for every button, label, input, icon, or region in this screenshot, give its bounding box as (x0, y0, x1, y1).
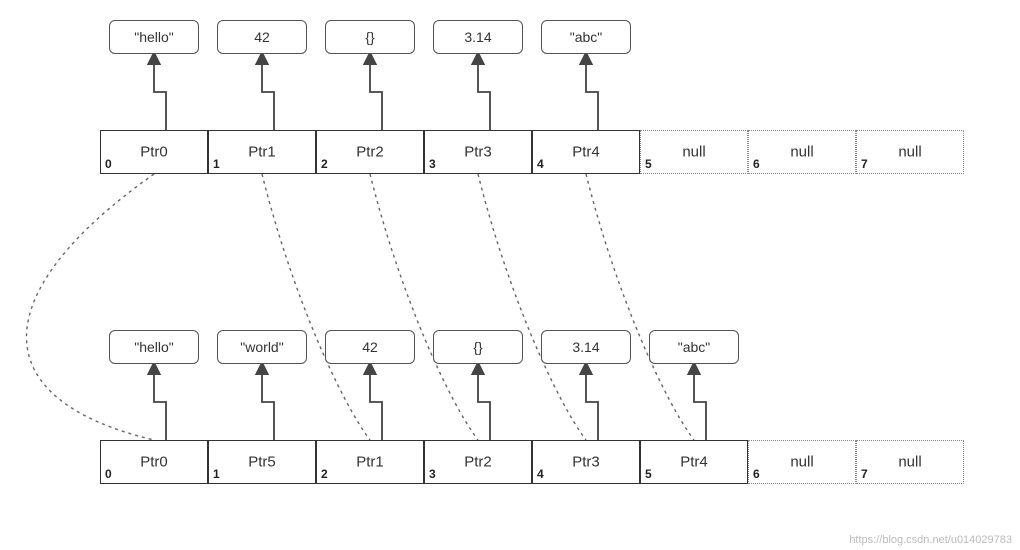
slot-label: null (898, 144, 921, 161)
value-text: 42 (254, 29, 270, 45)
value-text: 3.14 (464, 29, 491, 45)
mapping-curve (478, 174, 586, 440)
mapping-curve (27, 174, 155, 440)
mapping-curve (586, 174, 694, 440)
pointer-arrow (370, 56, 382, 130)
slot-index: 5 (645, 467, 652, 481)
value-text: {} (365, 29, 374, 45)
array-slot: 2 Ptr1 (316, 440, 424, 484)
pointer-arrow (154, 366, 166, 440)
slot-index: 7 (861, 467, 868, 481)
pointer-arrow (586, 366, 598, 440)
slot-index: 6 (753, 157, 760, 171)
value-box: "world" (217, 330, 307, 364)
array-slot: 3 Ptr2 (424, 440, 532, 484)
diagram-canvas: { "top": { "values": ["\"hello\"", "42",… (0, 0, 1020, 550)
array-slot: 7 null (856, 130, 964, 174)
slot-index: 1 (213, 157, 220, 171)
value-box: "hello" (109, 330, 199, 364)
value-box: "abc" (649, 330, 739, 364)
slot-index: 4 (537, 157, 544, 171)
value-text: {} (473, 339, 482, 355)
slot-label: Ptr5 (248, 454, 276, 471)
array-slot: 0 Ptr0 (100, 440, 208, 484)
value-box: "hello" (109, 20, 199, 54)
array-slot: 5 null (640, 130, 748, 174)
value-box: {} (325, 20, 415, 54)
slot-label: Ptr4 (680, 454, 708, 471)
slot-index: 0 (105, 157, 112, 171)
value-text: "abc" (678, 339, 711, 355)
value-text: 3.14 (572, 339, 599, 355)
watermark: https://blog.csdn.net/u014029783 (849, 534, 1012, 546)
slot-label: null (898, 454, 921, 471)
value-text: "world" (240, 339, 283, 355)
array-slot: 7 null (856, 440, 964, 484)
array-slot: 0 Ptr0 (100, 130, 208, 174)
slot-label: null (790, 454, 813, 471)
slot-label: Ptr0 (140, 454, 168, 471)
value-text: "hello" (134, 339, 174, 355)
pointer-arrow (478, 56, 490, 130)
array-slot: 1 Ptr5 (208, 440, 316, 484)
slot-index: 7 (861, 157, 868, 171)
slot-label: Ptr3 (464, 144, 492, 161)
slot-label: Ptr1 (248, 144, 276, 161)
slot-label: null (682, 144, 705, 161)
pointer-arrow (370, 366, 382, 440)
array-slot: 6 null (748, 440, 856, 484)
slot-index: 4 (537, 467, 544, 481)
slot-label: Ptr0 (140, 144, 168, 161)
array-slot: 1 Ptr1 (208, 130, 316, 174)
pointer-arrow (262, 366, 274, 440)
value-box: 42 (217, 20, 307, 54)
array-slot: 5 Ptr4 (640, 440, 748, 484)
value-box: "abc" (541, 20, 631, 54)
slot-label: Ptr2 (464, 454, 492, 471)
slot-index: 1 (213, 467, 220, 481)
slot-index: 6 (753, 467, 760, 481)
pointer-arrow (154, 56, 166, 130)
pointer-arrow (262, 56, 274, 130)
slot-index: 2 (321, 157, 328, 171)
slot-index: 3 (429, 467, 436, 481)
array-slot: 3 Ptr3 (424, 130, 532, 174)
slot-label: Ptr4 (572, 144, 600, 161)
value-box: {} (433, 330, 523, 364)
array-slot: 2 Ptr2 (316, 130, 424, 174)
slot-index: 3 (429, 157, 436, 171)
value-text: "abc" (570, 29, 603, 45)
slot-label: null (790, 144, 813, 161)
array-slot: 4 Ptr4 (532, 130, 640, 174)
value-text: "hello" (134, 29, 174, 45)
value-box: 42 (325, 330, 415, 364)
value-text: 42 (362, 339, 378, 355)
value-box: 3.14 (541, 330, 631, 364)
slot-label: Ptr2 (356, 144, 384, 161)
slot-index: 0 (105, 467, 112, 481)
slot-label: Ptr1 (356, 454, 384, 471)
slot-label: Ptr3 (572, 454, 600, 471)
pointer-arrow (478, 366, 490, 440)
array-slot: 4 Ptr3 (532, 440, 640, 484)
array-slot: 6 null (748, 130, 856, 174)
mapping-curve (262, 174, 370, 440)
value-box: 3.14 (433, 20, 523, 54)
slot-index: 5 (645, 157, 652, 171)
mapping-curve (370, 174, 478, 440)
pointer-arrow (694, 366, 706, 440)
slot-index: 2 (321, 467, 328, 481)
pointer-arrow (586, 56, 598, 130)
